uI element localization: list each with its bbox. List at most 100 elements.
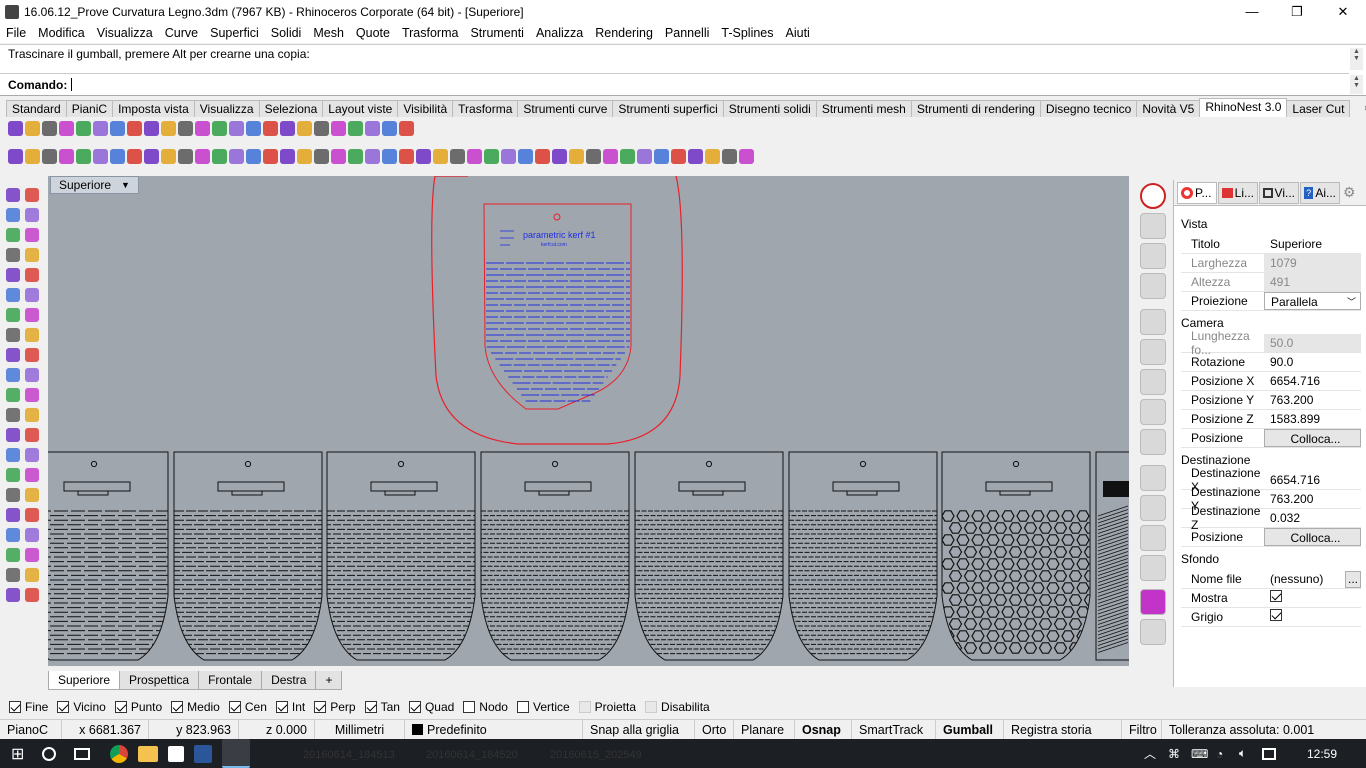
tool-icon[interactable] xyxy=(6,288,20,302)
menu-mesh[interactable]: Mesh xyxy=(307,26,350,40)
view-tool-icon[interactable] xyxy=(1140,525,1166,551)
status-snap[interactable]: Snap alla griglia xyxy=(583,719,695,740)
view-tool-icon[interactable] xyxy=(1140,399,1166,425)
tool-icon[interactable] xyxy=(25,120,40,136)
tab-strumenti-superfici[interactable]: Strumenti superfici xyxy=(612,100,724,117)
destx-value[interactable]: 6654.716 xyxy=(1264,471,1361,489)
osnap-perp[interactable]: Perp xyxy=(314,700,356,714)
up-arrow-icon[interactable]: ︿ xyxy=(1144,745,1156,762)
osnap-cen[interactable]: Cen xyxy=(228,700,267,714)
status-smarttrack[interactable]: SmartTrack xyxy=(852,719,936,740)
tool-icon[interactable] xyxy=(229,120,244,136)
menu-modifica[interactable]: Modifica xyxy=(32,26,91,40)
osnap-checkbox[interactable] xyxy=(645,701,658,713)
action-center-icon[interactable] xyxy=(1262,747,1276,760)
status-filtro[interactable]: Filtro xyxy=(1122,719,1162,740)
menu-analizza[interactable]: Analizza xyxy=(530,26,589,40)
desty-value[interactable]: 763.200 xyxy=(1264,490,1361,508)
browse-file-button[interactable]: ... xyxy=(1345,570,1361,588)
status-cplane[interactable]: PianoC xyxy=(0,719,62,740)
tool-icon[interactable] xyxy=(127,120,142,136)
tool-icon[interactable] xyxy=(6,508,20,522)
tool-icon[interactable] xyxy=(25,248,39,262)
tool-icon[interactable] xyxy=(25,408,39,422)
tool-icon[interactable] xyxy=(399,148,414,164)
tool-icon[interactable] xyxy=(6,408,20,422)
tool-icon[interactable] xyxy=(484,148,499,164)
menu-tsplines[interactable]: T-Splines xyxy=(715,26,779,40)
status-layer[interactable]: Predefinito xyxy=(405,719,583,740)
command-scrollbar[interactable]: ▲ ▼ xyxy=(1350,75,1363,94)
osnap-disabilita[interactable]: Disabilita xyxy=(645,700,710,714)
tool-icon[interactable] xyxy=(331,148,346,164)
osnap-checkbox[interactable] xyxy=(314,701,327,713)
tool-icon[interactable] xyxy=(25,228,39,242)
tool-icon[interactable] xyxy=(8,120,23,136)
view-tool-icon[interactable] xyxy=(1140,429,1166,455)
tab-strumenti-curve[interactable]: Strumenti curve xyxy=(517,100,614,117)
clock[interactable]: 12:59 xyxy=(1307,747,1337,761)
grigio-checkbox[interactable] xyxy=(1270,609,1282,621)
osnap-checkbox[interactable] xyxy=(114,701,127,713)
tool-icon[interactable] xyxy=(348,148,363,164)
panel-tab-properties[interactable]: P... xyxy=(1177,181,1217,204)
tab-seleziona[interactable]: Seleziona xyxy=(258,100,324,117)
osnap-vicino[interactable]: Vicino xyxy=(57,700,106,714)
status-planare[interactable]: Planare xyxy=(734,719,795,740)
osnap-checkbox[interactable] xyxy=(275,701,288,713)
tab-strumenti-rendering[interactable]: Strumenti di rendering xyxy=(910,100,1041,117)
tab-layout-viste[interactable]: Layout viste xyxy=(322,100,399,117)
tool-icon[interactable] xyxy=(603,148,618,164)
tool-icon[interactable] xyxy=(314,120,329,136)
tool-icon[interactable] xyxy=(25,148,40,164)
osnap-checkbox[interactable] xyxy=(463,701,476,713)
tool-icon[interactable] xyxy=(127,148,142,164)
tool-icon[interactable] xyxy=(6,188,20,202)
tool-icon[interactable] xyxy=(25,528,39,542)
tool-icon[interactable] xyxy=(331,120,346,136)
tool-icon[interactable] xyxy=(6,468,20,482)
osnap-checkbox[interactable] xyxy=(9,701,21,713)
maximize-button[interactable]: ❐ xyxy=(1274,0,1320,23)
vtab-add[interactable]: + xyxy=(315,671,343,690)
status-osnap[interactable]: Osnap xyxy=(795,719,852,740)
tool-icon[interactable] xyxy=(6,328,20,342)
panel-tab-views[interactable]: Vi... xyxy=(1259,181,1299,204)
tool-icon[interactable] xyxy=(382,120,397,136)
view-tool-icon[interactable] xyxy=(1140,339,1166,365)
status-orto[interactable]: Orto xyxy=(695,719,734,740)
tool-icon[interactable] xyxy=(25,368,39,382)
osnap-nodo[interactable]: Nodo xyxy=(463,700,508,714)
tool-icon[interactable] xyxy=(161,148,176,164)
search-icon[interactable] xyxy=(42,746,57,761)
vtab-destra[interactable]: Destra xyxy=(261,671,317,690)
tab-pianic[interactable]: PianiC xyxy=(65,100,114,117)
chrome-icon[interactable] xyxy=(110,744,129,763)
view-tool-icon[interactable] xyxy=(1140,495,1166,521)
tool-icon[interactable] xyxy=(314,148,329,164)
tool-icon[interactable] xyxy=(76,148,91,164)
tool-icon[interactable] xyxy=(195,120,210,136)
view-tool-icon[interactable] xyxy=(1140,465,1166,491)
tool-icon[interactable] xyxy=(6,348,20,362)
tool-icon[interactable] xyxy=(501,148,516,164)
tool-icon[interactable] xyxy=(144,148,159,164)
tool-icon[interactable] xyxy=(25,448,39,462)
tool-icon[interactable] xyxy=(263,148,278,164)
status-history[interactable]: Registra storia xyxy=(1004,719,1122,740)
view-tool-icon[interactable] xyxy=(1140,589,1166,615)
tool-icon[interactable] xyxy=(6,568,20,582)
tool-icon[interactable] xyxy=(161,120,176,136)
menu-rendering[interactable]: Rendering xyxy=(589,26,659,40)
tool-icon[interactable] xyxy=(25,308,39,322)
tool-icon[interactable] xyxy=(212,148,227,164)
view-tool-icon[interactable] xyxy=(1140,555,1166,581)
close-button[interactable]: ✕ xyxy=(1320,0,1366,23)
menu-aiuti[interactable]: Aiuti xyxy=(780,26,816,40)
view-tool-icon[interactable] xyxy=(1140,273,1166,299)
tool-icon[interactable] xyxy=(8,148,23,164)
tool-icon[interactable] xyxy=(25,588,39,602)
tool-icon[interactable] xyxy=(6,388,20,402)
osnap-checkbox[interactable] xyxy=(57,701,70,713)
wifi-icon[interactable]: ◔ xyxy=(1216,747,1223,761)
